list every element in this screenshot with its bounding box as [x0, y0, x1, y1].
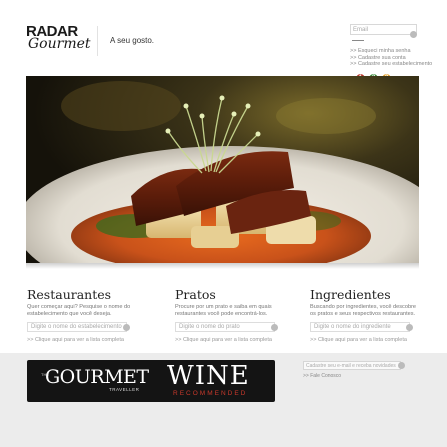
password-field[interactable] — [352, 40, 364, 41]
restaurants-full-list-link[interactable]: >> Clique aqui para ver a lista completa — [27, 337, 124, 343]
tagline: A seu gosto. — [110, 36, 155, 45]
ingredient-search-input[interactable]: Digite o nome do ingrediente — [310, 322, 410, 332]
ingredients-title: Ingredientes — [310, 287, 391, 302]
login-submit-icon[interactable] — [410, 31, 417, 38]
contact-link[interactable]: >> Fale Conosco — [303, 373, 341, 379]
email-placeholder: Email — [353, 27, 369, 33]
restaurants-title: Restaurantes — [27, 287, 112, 302]
dishes-description: Procure por um prato e saiba em quais re… — [175, 304, 272, 317]
hero-shadow — [26, 263, 419, 269]
radar-gourmet-logo[interactable]: RADAR Gourmet — [26, 24, 91, 58]
dishes-full-list-link[interactable]: >> Clique aqui para ver a lista completa — [175, 337, 272, 343]
newsletter-submit-icon[interactable] — [398, 362, 405, 369]
login-links: >> Esqueci minha senha >> Cadastre sua c… — [350, 48, 432, 68]
banner-wine-text: WINE — [167, 361, 250, 391]
header-divider — [97, 26, 98, 56]
banner-gourmet-text: GOURMET — [45, 366, 149, 388]
ingredients-description: Buscando por ingredientes, você descobre… — [310, 304, 417, 317]
ingredients-section: Ingredientes Buscando por ingredientes, … — [310, 287, 420, 343]
restaurant-search-icon[interactable] — [123, 324, 130, 331]
banner-recommended-text: RECOMMENDED — [173, 390, 248, 397]
page: RADAR Gourmet A seu gosto. Email >> Esqu… — [0, 0, 447, 447]
dishes-title: Pratos — [175, 287, 216, 302]
dish-search-icon[interactable] — [271, 324, 278, 331]
banner-traveller-text: TRAVELLER — [109, 387, 140, 392]
food-photo-icon — [26, 76, 419, 263]
ingredient-search-icon[interactable] — [406, 324, 413, 331]
register-establishment-link[interactable]: >> Cadastre seu estabelecimento — [350, 61, 432, 68]
hero-food-image — [26, 76, 419, 263]
logo-gourmet-text: Gourmet — [28, 36, 91, 52]
restaurant-search-input[interactable]: Digite o nome do estabelecimento — [27, 322, 127, 332]
email-field[interactable]: Email — [350, 24, 417, 35]
restaurants-description: Quer começar aqui? Pesquise o nome do es… — [27, 304, 131, 317]
dish-search-input[interactable]: Digite o nome do prato — [175, 322, 275, 332]
newsletter-email-input[interactable]: Cadastre seu e-mail e receba novidades — [303, 361, 401, 370]
restaurants-section: Restaurantes Quer começar aqui? Pesquise… — [27, 287, 137, 343]
gourmet-wine-banner[interactable]: THE GOURMET TRAVELLER WINE RECOMMENDED — [27, 360, 275, 402]
dishes-section: Pratos Procure por um prato e saiba em q… — [175, 287, 285, 343]
ingredients-full-list-link[interactable]: >> Clique aqui para ver a lista completa — [310, 337, 407, 343]
